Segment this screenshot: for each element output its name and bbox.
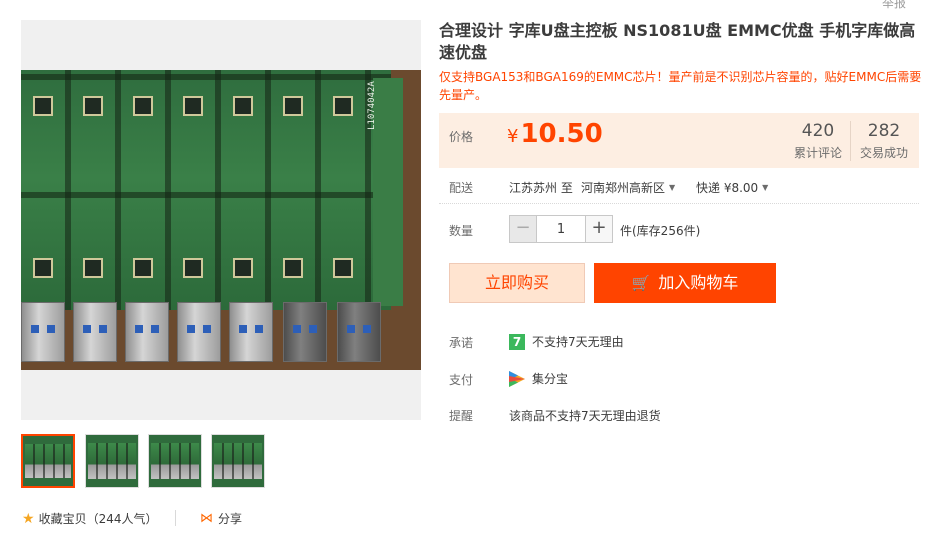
price: ¥10.50	[507, 119, 603, 149]
thumbnail-2[interactable]	[85, 434, 139, 488]
price-label: 价格	[449, 130, 474, 144]
shipping-method: 快递 ¥8.00	[696, 181, 759, 195]
favorite-button[interactable]: ★ 收藏宝贝（244人气）	[22, 510, 157, 527]
promise-label: 承诺	[449, 336, 474, 350]
chip	[183, 96, 203, 116]
currency-symbol: ¥	[507, 126, 519, 147]
sales-label: 交易成功	[859, 146, 908, 160]
thumbnail-3[interactable]	[148, 434, 202, 488]
star-icon: ★	[22, 510, 35, 527]
notice-label: 提醒	[449, 409, 474, 423]
section-divider	[439, 203, 919, 204]
shopping-cart-icon: 🛒	[631, 274, 651, 292]
chip	[133, 258, 153, 278]
pcb-label: L1074042A	[367, 81, 377, 130]
product-title: 合理设计 字库U盘主控板 NS1081U盘 EMMC优盘 手机字库做高速优盘	[439, 21, 916, 62]
share-label: 分享	[218, 512, 243, 526]
product-photo: L1074042A	[21, 70, 421, 370]
shipping-label: 配送	[449, 181, 474, 195]
chip	[333, 258, 353, 278]
quantity-decrease-button[interactable]: −	[509, 215, 537, 243]
payment-item[interactable]: 集分宝	[509, 370, 568, 387]
thumbnail-1[interactable]	[21, 434, 75, 488]
usb-connector	[229, 302, 273, 362]
report-link[interactable]: 举报	[882, 0, 906, 11]
quantity-stepper: − +	[509, 215, 613, 243]
chip	[283, 96, 303, 116]
reviews-label: 累计评论	[793, 146, 842, 160]
shipping-destination-select[interactable]: 河南郑州高新区 ▼	[581, 179, 675, 196]
favorite-label: 收藏宝贝（244人气）	[38, 512, 158, 526]
chip	[83, 258, 103, 278]
chip	[333, 96, 353, 116]
reviews-stat[interactable]: 420 累计评论	[783, 121, 853, 161]
chip	[233, 258, 253, 278]
usb-connector	[337, 302, 381, 362]
quantity-input[interactable]	[537, 215, 585, 243]
chip	[133, 96, 153, 116]
promise-item[interactable]: 7 不支持7天无理由	[509, 333, 624, 350]
chip	[283, 258, 303, 278]
notice-text: 该商品不支持7天无理由退货	[509, 409, 661, 423]
chevron-down-icon: ▼	[669, 183, 676, 192]
chevron-down-icon: ▼	[762, 183, 769, 192]
pcb-edge	[373, 78, 403, 306]
add-to-cart-label: 加入购物车	[658, 273, 739, 292]
promise-text: 不支持7天无理由	[532, 335, 624, 349]
reviews-count: 420	[801, 121, 835, 141]
add-to-cart-button[interactable]: 🛒 加入购物车	[594, 263, 776, 303]
chip	[33, 258, 53, 278]
share-button[interactable]: ⋈ 分享	[200, 510, 242, 527]
footer-divider	[175, 510, 176, 526]
seven-day-badge-icon: 7	[509, 333, 525, 350]
usb-connector	[177, 302, 221, 362]
main-product-image[interactable]: L1074042A	[21, 20, 421, 420]
chip	[183, 258, 203, 278]
buy-now-button[interactable]: 立即购买	[449, 263, 585, 303]
chip	[83, 96, 103, 116]
chip	[233, 96, 253, 116]
usb-connector	[125, 302, 169, 362]
shipping-destination: 河南郑州高新区	[581, 181, 666, 195]
shipping-from: 江苏苏州 至	[509, 181, 573, 195]
usb-connector	[21, 302, 65, 362]
quantity-label: 数量	[449, 224, 474, 238]
usb-connector	[73, 302, 117, 362]
jifenbao-icon	[509, 370, 525, 387]
sales-stat: 282 交易成功	[849, 121, 919, 161]
sales-count: 282	[867, 121, 901, 141]
share-icon: ⋈	[200, 511, 213, 526]
thumbnail-4[interactable]	[211, 434, 265, 488]
shipping-method-select[interactable]: 快递 ¥8.00 ▼	[696, 179, 768, 196]
payment-label: 支付	[449, 373, 474, 387]
price-panel: 价格 ¥10.50 420 累计评论 282 交易成功	[439, 113, 919, 168]
chip	[33, 96, 53, 116]
payment-text: 集分宝	[532, 372, 569, 386]
usb-connector	[283, 302, 327, 362]
price-value: 10.50	[520, 119, 603, 149]
product-subtitle: 仅支持BGA153和BGA169的EMMC芯片！量产前是不识别芯片容量的，贴好E…	[439, 70, 922, 102]
quantity-increase-button[interactable]: +	[585, 215, 613, 243]
stock-info: 件(库存256件)	[620, 224, 701, 238]
